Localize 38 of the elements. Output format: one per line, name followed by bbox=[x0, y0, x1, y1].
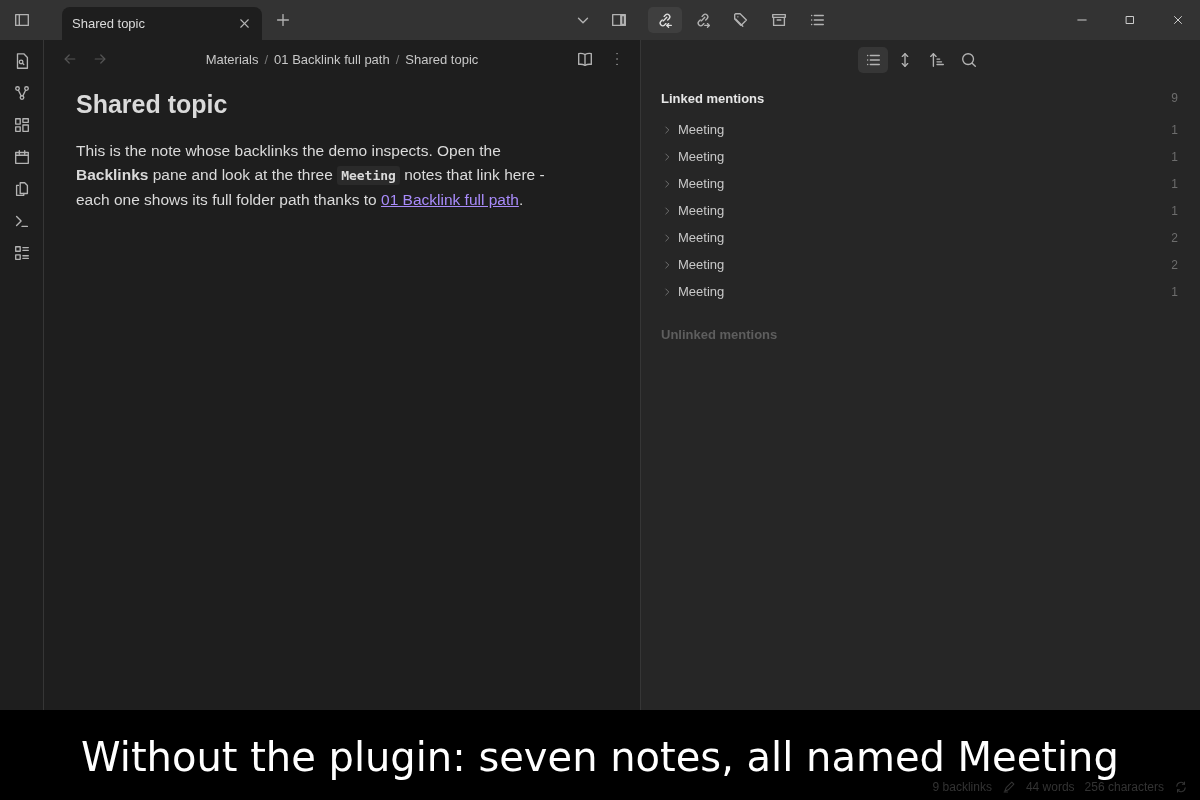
calendar-icon[interactable] bbox=[12, 148, 31, 166]
mention-count: 1 bbox=[1171, 122, 1178, 137]
close-icon[interactable] bbox=[1171, 13, 1185, 27]
bullet-list-icon[interactable] bbox=[857, 47, 888, 73]
backlink-note-name[interactable]: Meeting bbox=[678, 149, 1172, 164]
sidebar-toggle-icon[interactable] bbox=[610, 11, 628, 29]
path-separator: / bbox=[264, 51, 269, 67]
section-title[interactable]: Linked mentions bbox=[661, 90, 765, 106]
mention-count: 1 bbox=[1171, 203, 1178, 218]
note-link[interactable]: 01 Backlink full path bbox=[381, 191, 519, 208]
new-tab-icon[interactable] bbox=[274, 11, 292, 29]
backlink-note-name[interactable]: Meeting bbox=[678, 122, 1172, 137]
mention-count: 1 bbox=[1171, 176, 1178, 191]
note-paragraph: This is the note whose backlinks the demo inspects. Open the Backlinks pane and look at the three Meeting notes that link here - each one shows its full folder path thanks to 01 Backlink full path. bbox=[76, 141, 546, 210]
backlink-note-name[interactable]: Meeting bbox=[678, 230, 1172, 245]
link-in-icon[interactable] bbox=[648, 7, 682, 33]
path-separator: / bbox=[395, 51, 400, 67]
sidebar-toggle-icon[interactable] bbox=[13, 11, 31, 29]
note-title: Shared topic bbox=[76, 90, 229, 119]
breadcrumb-item[interactable]: Materials bbox=[205, 51, 259, 67]
backlink-note-name[interactable]: Meeting bbox=[678, 284, 1172, 299]
backlink-note-name[interactable]: Meeting bbox=[678, 257, 1172, 272]
close-icon[interactable] bbox=[237, 16, 252, 31]
checklist-icon[interactable] bbox=[12, 244, 31, 262]
mention-count: 9 bbox=[1171, 91, 1178, 105]
grid-icon[interactable] bbox=[12, 116, 31, 134]
mention-count: 1 bbox=[1171, 284, 1178, 299]
mention-count: 1 bbox=[1171, 149, 1178, 164]
mention-count: 2 bbox=[1171, 257, 1178, 272]
backlink-note-name[interactable]: Meeting bbox=[678, 203, 1172, 218]
note-tab[interactable]: Shared topic bbox=[62, 7, 262, 40]
book-icon[interactable] bbox=[576, 50, 594, 68]
graph-icon[interactable] bbox=[12, 84, 31, 102]
mention-count: 2 bbox=[1171, 230, 1178, 245]
backlink-note-name[interactable]: Meeting bbox=[678, 176, 1172, 191]
breadcrumb-item[interactable]: 01 Backlink full path bbox=[274, 51, 390, 67]
breadcrumb-item[interactable]: Shared topic bbox=[405, 51, 479, 67]
maximize-icon[interactable] bbox=[1123, 13, 1137, 27]
